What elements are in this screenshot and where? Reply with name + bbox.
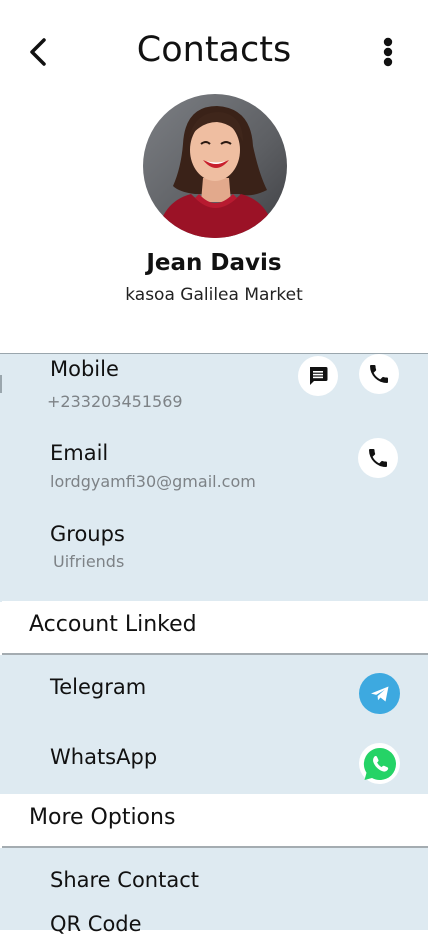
phone-icon (369, 449, 387, 467)
account-linked-title: Account Linked (29, 612, 197, 637)
qr-code-option[interactable]: QR Code (50, 912, 142, 936)
whatsapp-icon (363, 747, 396, 780)
account-linked-header: Account Linked (2, 601, 428, 655)
more-options-header: More Options (2, 794, 428, 848)
message-button[interactable] (298, 356, 338, 396)
whatsapp-button[interactable] (359, 743, 400, 784)
telegram-label[interactable]: Telegram (50, 675, 146, 699)
phone-icon (370, 365, 388, 383)
call-email-button[interactable] (358, 438, 398, 478)
telegram-icon (370, 686, 388, 701)
more-options-button[interactable] (370, 34, 406, 70)
contact-name: Jean Davis (146, 250, 282, 276)
mobile-value[interactable]: +233203451569 (47, 392, 183, 411)
contact-address: kasoa Galilea Market (125, 285, 303, 305)
page-title: Contacts (136, 30, 292, 70)
more-options-title: More Options (29, 805, 176, 830)
more-vertical-icon (383, 37, 393, 67)
telegram-button[interactable] (359, 673, 400, 714)
groups-label: Groups (50, 522, 125, 546)
avatar (143, 94, 287, 238)
email-value[interactable]: lordgyamfi30@gmail.com (50, 472, 256, 491)
email-label: Email (50, 441, 109, 465)
groups-value[interactable]: Uifriends (53, 552, 124, 571)
scroll-marker (0, 375, 2, 393)
message-icon (310, 367, 328, 385)
mobile-label: Mobile (50, 357, 119, 381)
share-contact-option[interactable]: Share Contact (50, 868, 199, 892)
whatsapp-label[interactable]: WhatsApp (50, 745, 157, 769)
call-mobile-button[interactable] (359, 354, 399, 394)
